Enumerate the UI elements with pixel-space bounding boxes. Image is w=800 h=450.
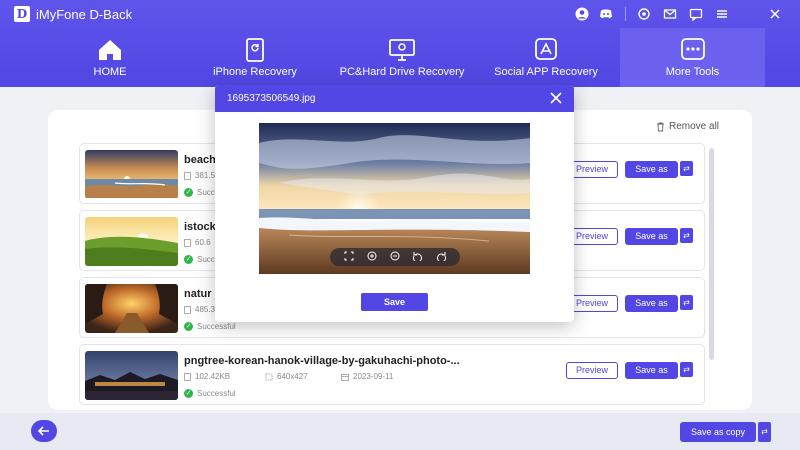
save-as-button[interactable]: Save as (625, 295, 678, 312)
more-tools-icon (679, 38, 707, 62)
discord-icon[interactable] (598, 6, 614, 22)
remove-all-label: Remove all (669, 121, 720, 132)
remove-all-button[interactable]: Remove all (656, 121, 719, 132)
status-text: Succ (197, 255, 215, 264)
save-as-button[interactable]: Save as (625, 161, 678, 178)
app-store-icon (532, 38, 560, 62)
success-icon: ✓ (184, 322, 193, 331)
nav-more-tools[interactable]: More Tools (620, 28, 765, 87)
titlebar-divider (625, 7, 626, 21)
file-size: 102.42KB (195, 372, 231, 381)
close-icon[interactable] (549, 91, 563, 105)
file-dimensions: 640x427 (277, 372, 308, 381)
list-item: pngtree-korean-hanok-village-by-gakuhach… (79, 344, 705, 405)
save-options-icon[interactable]: ⇄ (680, 295, 693, 310)
file-size-icon (184, 305, 191, 314)
file-name: natur (184, 288, 212, 300)
pc-recovery-icon (388, 38, 416, 62)
thumbnail (85, 217, 178, 266)
file-size: 60.6 (195, 238, 211, 247)
settings-icon[interactable] (636, 6, 652, 22)
status-text: Successful (197, 389, 236, 398)
title-bar: D iMyFone D-Back (0, 0, 800, 28)
success-icon: ✓ (184, 255, 193, 264)
preview-button[interactable]: Preview (566, 362, 618, 379)
preview-toolbar (330, 248, 460, 266)
success-icon: ✓ (184, 389, 193, 398)
arrow-left-icon (38, 426, 49, 436)
main-nav: HOME iPhone Recovery PC&Hard Drive Recov… (0, 28, 800, 87)
nav-iphone-recovery[interactable]: iPhone Recovery (205, 28, 305, 87)
menu-icon[interactable] (714, 6, 730, 22)
nav-label: iPhone Recovery (213, 66, 297, 78)
dimensions-icon (265, 373, 273, 380)
status: ✓ Successful (184, 389, 236, 398)
phone-recovery-icon (241, 38, 269, 62)
calendar-icon (341, 373, 349, 381)
nav-label: PC&Hard Drive Recovery (339, 66, 465, 78)
close-icon[interactable] (767, 6, 783, 22)
save-as-button[interactable]: Save as (625, 362, 678, 379)
app-logo: D (14, 6, 30, 22)
file-size-icon (184, 171, 191, 180)
thumbnail (85, 351, 178, 400)
nav-social-app-recovery[interactable]: Social APP Recovery (490, 28, 602, 87)
file-meta: 381.5 (184, 171, 215, 180)
file-size-icon (184, 372, 191, 381)
file-meta: 60.6 (184, 238, 211, 247)
nav-label: More Tools (665, 66, 720, 78)
file-size: 485.3 (195, 305, 216, 314)
mail-icon[interactable] (662, 6, 678, 22)
app-title: iMyFone D-Back (36, 7, 133, 22)
status-text: Successful (197, 322, 236, 331)
zoom-out-icon[interactable] (390, 248, 400, 266)
file-name: pngtree-korean-hanok-village-by-gakuhach… (184, 355, 460, 367)
file-size-icon (184, 238, 191, 247)
rotate-left-icon[interactable] (412, 248, 423, 266)
file-meta: 485.3 (184, 305, 215, 314)
nav-home[interactable]: HOME (70, 28, 150, 87)
status: ✓ Succ (184, 255, 215, 264)
save-as-button[interactable]: Save as (625, 228, 678, 245)
dialog-header: 1695373506549.jpg (215, 85, 574, 112)
file-name: beach (184, 154, 216, 166)
save-options-icon[interactable]: ⇄ (680, 161, 693, 176)
status: ✓ Successful (184, 322, 236, 331)
image-preview-dialog: 1695373506549.jpg Save (215, 85, 574, 322)
home-icon (96, 38, 124, 62)
zoom-in-icon[interactable] (367, 248, 377, 266)
thumbnail (85, 150, 178, 199)
save-button[interactable]: Save (361, 293, 428, 311)
rotate-right-icon[interactable] (436, 248, 446, 266)
nav-pc-recovery[interactable]: PC&Hard Drive Recovery (332, 28, 472, 87)
file-date: 2023-09-11 (353, 372, 394, 381)
scrollbar[interactable] (709, 148, 714, 360)
app-header: D iMyFone D-Back HOME iPhone Recovery PC… (0, 0, 800, 87)
trash-icon (657, 122, 664, 131)
nav-label: Social APP Recovery (494, 66, 598, 78)
save-copy-options-icon[interactable]: ⇄ (758, 422, 771, 442)
file-size: 381.5 (195, 171, 216, 180)
file-name: istock (184, 221, 216, 233)
nav-label: HOME (93, 66, 127, 78)
thumbnail (85, 284, 178, 333)
save-options-icon[interactable]: ⇄ (680, 228, 693, 243)
account-icon[interactable] (574, 6, 590, 22)
success-icon: ✓ (184, 188, 193, 197)
save-options-icon[interactable]: ⇄ (680, 362, 693, 377)
dialog-title: 1695373506549.jpg (227, 93, 316, 104)
back-button[interactable] (31, 420, 57, 442)
save-as-copy-button[interactable]: Save as copy (680, 422, 756, 442)
fullscreen-icon[interactable] (344, 248, 354, 266)
chat-icon[interactable] (688, 6, 704, 22)
file-meta: 102.42KB 640x427 2023-09-11 (184, 372, 393, 381)
